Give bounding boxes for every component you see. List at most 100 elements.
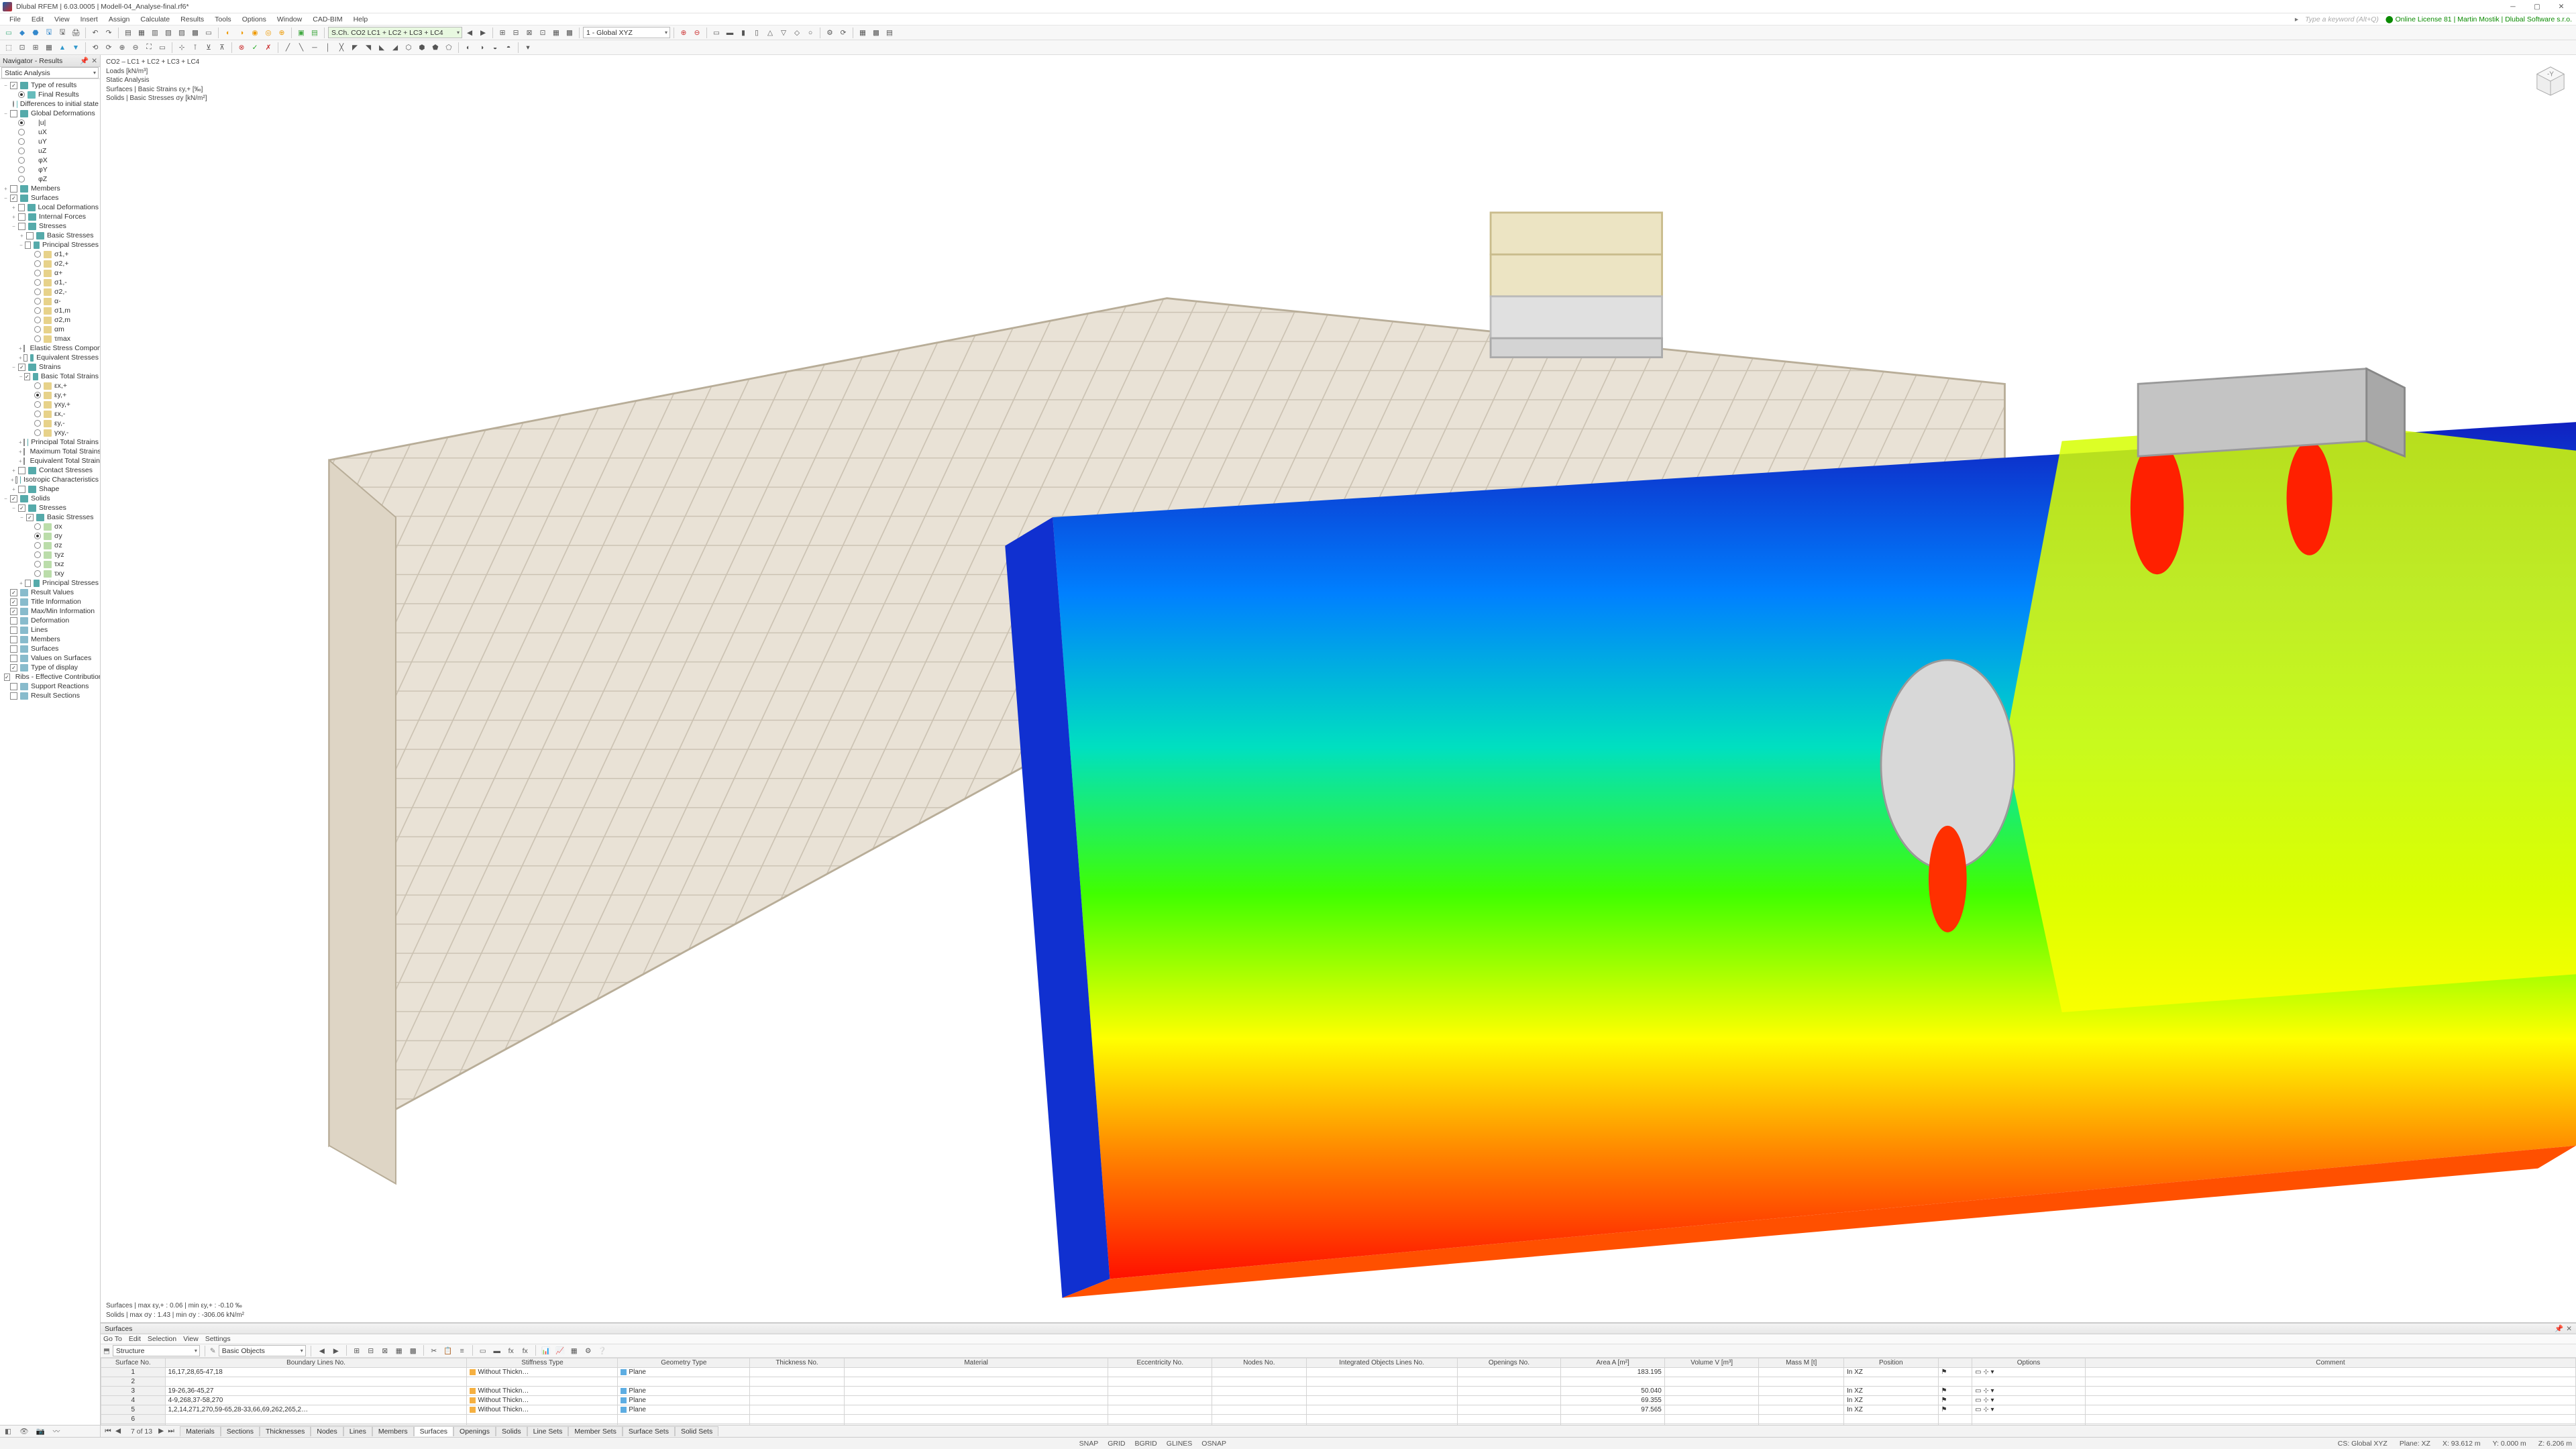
tree-node[interactable]: Lines [0,625,100,635]
toolbar-button[interactable]: ⬡ [402,42,415,54]
tab-solid-sets[interactable]: Solid Sets [675,1426,718,1436]
tab-thicknesses[interactable]: Thicknesses [260,1426,311,1436]
toolbar-button[interactable]: ▭ [156,42,168,54]
toolbar-button[interactable]: ⊹ [176,42,188,54]
toolbar-button[interactable]: ▩ [564,27,576,39]
toolbar-button[interactable]: ⊡ [16,42,28,54]
toolbar-button[interactable]: ⊕ [116,42,128,54]
tree-node[interactable]: Support Reactions [0,682,100,691]
tree-node[interactable]: −Solids [0,494,100,503]
tree-node[interactable]: −Basic Stresses [0,513,100,522]
tree-node[interactable]: σ1,- [0,278,100,287]
tbl-tool[interactable]: 📊 [540,1345,552,1357]
toolbar-button[interactable]: ╲ [295,42,307,54]
toolbar-button[interactable]: ◑ [476,42,488,54]
tree-node[interactable]: uY [0,137,100,146]
toolbar-button[interactable]: ◣ [376,42,388,54]
tree-node[interactable]: Members [0,635,100,644]
tree-node[interactable]: α+ [0,268,100,278]
tree-node[interactable]: Result Values [0,588,100,597]
tab-lines[interactable]: Lines [343,1426,372,1436]
toolbar-button[interactable]: ▶ [477,27,489,39]
tree-node[interactable]: σy [0,531,100,541]
search-hint[interactable]: Type a keyword (Alt+Q) [2305,15,2379,23]
toolbar-button[interactable]: ⊟ [510,27,522,39]
tbl-tool[interactable]: ▦ [393,1345,405,1357]
toolbar-button[interactable]: ▣ [295,27,307,39]
tree-node[interactable]: +Shape [0,484,100,494]
tree-node[interactable]: σ2,m [0,315,100,325]
tree-node[interactable]: +Principal Total Strains [0,437,100,447]
tbl-tool[interactable]: ⚙ [582,1345,594,1357]
tree-node[interactable]: Values on Surfaces [0,653,100,663]
menu-file[interactable]: File [4,15,26,24]
toolbar-button[interactable]: ▩ [870,27,882,39]
toolbar-button[interactable]: ▲ [56,42,68,54]
toolbar-button[interactable]: ▼ [70,42,82,54]
toolbar-button[interactable]: ⬢ [416,42,428,54]
tree-node[interactable]: φZ [0,174,100,184]
toolbar-button[interactable]: ⟳ [837,27,849,39]
toolbar-button[interactable]: ▤ [122,27,134,39]
tree-node[interactable]: εx,- [0,409,100,419]
toolbar-button[interactable]: ⬟ [429,42,441,54]
tab-nodes[interactable]: Nodes [311,1426,343,1436]
table-pin-icon[interactable]: 📌 [2555,1324,2563,1333]
toolbar-button[interactable]: ▦ [857,27,869,39]
tree-node[interactable]: Deformation [0,616,100,625]
tree-node[interactable]: αm [0,325,100,334]
tree-node[interactable]: +Isotropic Characteristics [0,475,100,484]
tab-sections[interactable]: Sections [221,1426,260,1436]
toolbar-button[interactable]: ⬣ [30,27,42,39]
tree-node[interactable]: γxy,- [0,428,100,437]
toolbar-button[interactable]: ⊗ [235,42,248,54]
tree-node[interactable]: Differences to initial state [0,99,100,109]
tree-node[interactable]: α- [0,297,100,306]
toolbar-button[interactable]: ⊠ [523,27,535,39]
tree-node[interactable]: τxy [0,569,100,578]
toolbar-button[interactable]: ⬚ [3,42,15,54]
tree-node[interactable]: Max/Min Information [0,606,100,616]
tree-node[interactable]: Ribs - Effective Contribution on Surface… [0,672,100,682]
tbl-tool[interactable]: ❔ [596,1345,608,1357]
tree-node[interactable]: Type of display [0,663,100,672]
toolbar-button[interactable]: ─ [309,42,321,54]
tree-node[interactable]: +Basic Stresses [0,231,100,240]
table-subcategory-combo[interactable]: Basic Objects [219,1345,306,1356]
toolbar-button[interactable]: ⚙ [824,27,836,39]
last-page-button[interactable]: ⏭ [166,1427,176,1436]
snap-toggle[interactable]: GLINES [1167,1440,1193,1448]
tree-node[interactable]: −Stresses [0,221,100,231]
tbl-tool[interactable]: ▶ [330,1345,342,1357]
menu-cad-bim[interactable]: CAD-BIM [307,15,347,24]
nav-mode-display-icon[interactable]: 👁 [19,1427,30,1436]
tree-node[interactable]: εx,+ [0,381,100,390]
tree-node[interactable]: Surfaces [0,644,100,653]
tab-surfaces[interactable]: Surfaces [414,1426,453,1436]
toolbar-button[interactable]: ⊕ [276,27,288,39]
tree-node[interactable]: −Basic Total Strains [0,372,100,381]
toolbar-button[interactable]: 🖫 [43,27,55,39]
tree-node[interactable]: σx [0,522,100,531]
nav-mode-views-icon[interactable]: 📷 [35,1427,46,1436]
tbl-tool[interactable]: 📈 [554,1345,566,1357]
tree-node[interactable]: −Type of results [0,80,100,90]
tab-surface-sets[interactable]: Surface Sets [623,1426,675,1436]
toolbar-button[interactable]: ▭ [3,27,15,39]
tbl-menu-selection[interactable]: Selection [148,1335,176,1343]
tree-node[interactable]: −Stresses [0,503,100,513]
menu-view[interactable]: View [49,15,75,24]
tree-node[interactable]: Final Results [0,90,100,99]
menu-results[interactable]: Results [175,15,209,24]
toolbar-button[interactable]: ▯ [751,27,763,39]
tree-node[interactable]: σ1,+ [0,250,100,259]
tbl-menu-view[interactable]: View [183,1335,199,1343]
toolbar-button[interactable]: ⛶ [143,42,155,54]
tree-node[interactable]: τxz [0,559,100,569]
tree-node[interactable]: σ1,m [0,306,100,315]
toolbar-button[interactable]: ⊡ [537,27,549,39]
tree-node[interactable]: γxy,+ [0,400,100,409]
tab-line-sets[interactable]: Line Sets [527,1426,569,1436]
menu-tools[interactable]: Tools [209,15,237,24]
tbl-tool[interactable]: ◀ [316,1345,328,1357]
